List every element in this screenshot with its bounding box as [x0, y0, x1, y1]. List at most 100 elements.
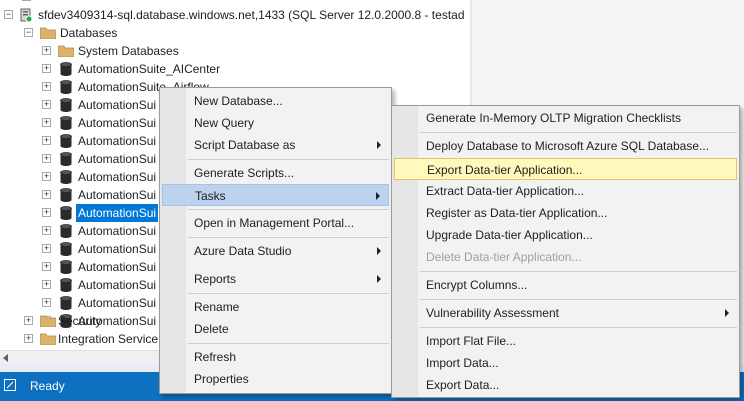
database-label: AutomationSui [78, 260, 157, 274]
submenu-arrow-icon [377, 247, 381, 255]
context-menu-item-label: Generate Scripts... [194, 166, 295, 180]
menu-separator [420, 271, 737, 272]
context-menu-item[interactable]: Reports [162, 268, 389, 290]
expand-icon[interactable]: + [42, 190, 51, 199]
submenu-arrow-icon [377, 275, 381, 283]
menu-separator [188, 237, 389, 238]
context-menu-item[interactable]: Open in Management Portal... [162, 212, 389, 234]
scroll-left-icon[interactable] [3, 354, 8, 362]
database-label: AutomationSui [78, 116, 157, 130]
databases-label: Databases [60, 26, 118, 40]
tasks-menu-item[interactable]: Import Data... [394, 352, 737, 374]
database-label: AutomationSuite_AICenter [78, 62, 221, 76]
context-menu-item[interactable]: Tasks [162, 184, 389, 206]
database-icon [60, 152, 72, 166]
collapse-icon[interactable]: − [22, 0, 31, 1]
database-icon [60, 224, 72, 238]
context-menu-item[interactable]: Delete [162, 318, 389, 340]
context-menu-item[interactable]: Generate Scripts... [162, 162, 389, 184]
tasks-menu-item-label: Export Data... [426, 378, 500, 392]
folder-icon [40, 27, 56, 39]
expand-icon[interactable]: + [42, 100, 51, 109]
expand-icon[interactable]: + [42, 226, 51, 235]
expand-icon[interactable]: + [42, 208, 51, 217]
tasks-menu-item-label: Vulnerability Assessment [426, 306, 559, 320]
database-icon [60, 134, 72, 148]
expand-icon[interactable]: + [24, 334, 33, 343]
tasks-menu-item-label: Import Flat File... [426, 334, 517, 348]
tasks-menu-item[interactable]: Vulnerability Assessment [394, 302, 737, 324]
tasks-menu-item-label: Encrypt Columns... [426, 278, 528, 292]
database-icon [60, 170, 72, 184]
database-label: AutomationSui [78, 134, 157, 148]
context-menu-item[interactable]: Properties [162, 368, 389, 390]
tasks-menu-item[interactable]: Import Flat File... [394, 330, 737, 352]
context-menu-item-label: New Database... [194, 94, 283, 108]
expand-icon[interactable]: + [42, 280, 51, 289]
tasks-menu-item[interactable]: Extract Data-tier Application... [394, 180, 737, 202]
tasks-menu-item[interactable]: Export Data-tier Application... [394, 158, 737, 180]
tasks-menu-item[interactable]: Delete Data-tier Application... [394, 246, 737, 268]
folder-icon [58, 45, 74, 57]
menu-separator [188, 343, 389, 344]
database-context-menu: New Database... New Query Script Database … [159, 87, 392, 394]
expand-icon[interactable]: + [42, 172, 51, 181]
collapse-icon[interactable]: − [24, 28, 33, 37]
tasks-menu-item[interactable]: Encrypt Columns... [394, 274, 737, 296]
database-icon [60, 80, 72, 94]
menu-separator [188, 209, 389, 210]
context-menu-item-label: Delete [194, 322, 229, 336]
context-menu-item[interactable]: New Query [162, 112, 389, 134]
database-icon [60, 278, 72, 292]
security-label: Security [58, 314, 102, 328]
context-menu-item-label: Azure Data Studio [194, 244, 292, 258]
expand-icon[interactable]: + [42, 64, 51, 73]
tasks-menu-item-label: Export Data-tier Application... [427, 163, 583, 177]
expand-icon[interactable]: + [42, 244, 51, 253]
context-menu-item-label: Tasks [195, 189, 226, 203]
database-icon [60, 62, 72, 76]
submenu-arrow-icon [377, 141, 381, 149]
submenu-arrow-icon [725, 309, 729, 317]
context-menu-item-label: Reports [194, 272, 237, 286]
menu-separator [420, 327, 737, 328]
menu-separator [188, 293, 389, 294]
context-menu-item[interactable]: Refresh [162, 346, 389, 368]
tasks-menu-item[interactable]: Export Data... [394, 374, 737, 396]
database-label: AutomationSui [78, 152, 157, 166]
expand-icon[interactable]: + [24, 316, 33, 325]
tasks-menu-item-label: Register as Data-tier Application... [426, 206, 608, 220]
expand-icon[interactable]: + [42, 262, 51, 271]
integration-services-label: Integration Service [58, 332, 159, 346]
context-menu-item[interactable]: New Database... [162, 90, 389, 112]
context-menu-item-label: Script Database as [194, 138, 296, 152]
tasks-menu-item[interactable]: Generate In-Memory OLTP Migration Checkl… [394, 107, 737, 129]
database-label: AutomationSui [76, 204, 159, 222]
tasks-menu-item-label: Generate In-Memory OLTP Migration Checkl… [426, 111, 681, 125]
tasks-submenu: Generate In-Memory OLTP Migration Checkl… [391, 105, 740, 398]
server-icon [20, 8, 33, 23]
expand-icon[interactable]: + [42, 136, 51, 145]
context-menu-item-label: Open in Management Portal... [194, 216, 355, 230]
expand-icon[interactable]: + [42, 118, 51, 127]
context-menu-item-label: Refresh [194, 350, 237, 364]
tasks-menu-item[interactable]: Upgrade Data-tier Application... [394, 224, 737, 246]
context-menu-item[interactable]: Script Database as [162, 134, 389, 156]
context-menu-item[interactable]: Rename [162, 296, 389, 318]
submenu-arrow-icon [376, 192, 380, 200]
expand-icon[interactable]: + [42, 82, 51, 91]
expand-icon[interactable]: + [42, 154, 51, 163]
database-icon [60, 98, 72, 112]
database-icon [60, 260, 72, 274]
tasks-menu-item[interactable]: Deploy Database to Microsoft Azure SQL D… [394, 135, 737, 157]
context-menu-item[interactable]: Azure Data Studio [162, 240, 389, 262]
database-icon [60, 296, 72, 310]
database-label: AutomationSui [78, 224, 157, 238]
tasks-menu-item-label: Deploy Database to Microsoft Azure SQL D… [426, 139, 710, 153]
database-icon [60, 116, 72, 130]
database-label: AutomationSui [78, 242, 157, 256]
tasks-menu-item[interactable]: Register as Data-tier Application... [394, 202, 737, 224]
expand-icon[interactable]: + [42, 298, 51, 307]
expand-icon[interactable]: + [42, 46, 51, 55]
collapse-icon[interactable]: − [4, 10, 13, 19]
